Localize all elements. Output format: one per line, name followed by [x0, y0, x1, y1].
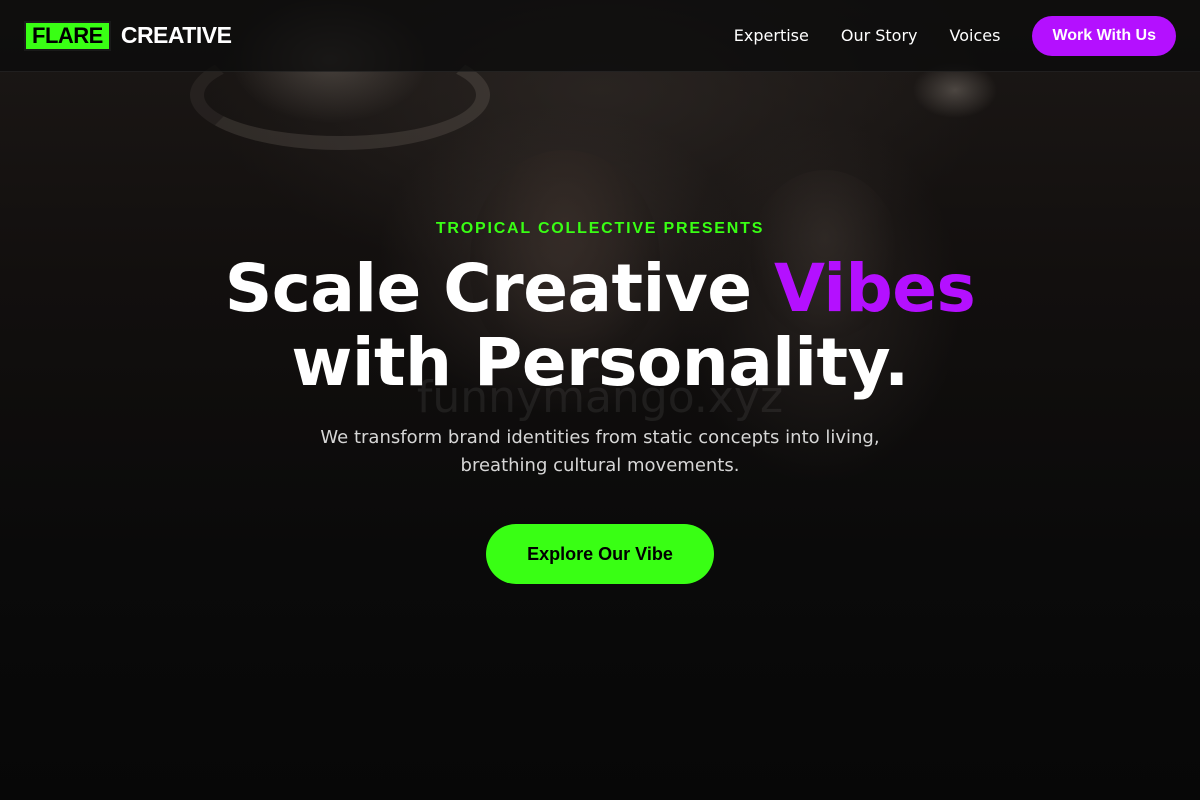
- main-nav: Expertise Our Story Voices Work With Us: [702, 15, 1176, 56]
- nav-link-expertise[interactable]: Expertise: [734, 26, 809, 45]
- hero-section: TROPICAL COLLECTIVE PRESENTS Scale Creat…: [0, 200, 1200, 584]
- hero-eyebrow: TROPICAL COLLECTIVE PRESENTS: [435, 220, 765, 237]
- headline-line2-text: with Personality.: [291, 324, 909, 401]
- hero-subtitle: We transform brand identities from stati…: [320, 427, 880, 476]
- top-navbar: FLARE CREATIVE Expertise Our Story Voice…: [0, 0, 1200, 72]
- brand-logo[interactable]: FLARE CREATIVE: [24, 20, 232, 51]
- nav-link-voices[interactable]: Voices: [950, 26, 1001, 45]
- logo-wordmark: CREATIVE: [120, 22, 232, 48]
- headline-accent-word: Vibes: [773, 250, 976, 327]
- hero-headline: Scale Creative Vibes with Personality.: [225, 252, 976, 400]
- work-with-us-button[interactable]: Work With Us: [1032, 15, 1176, 56]
- explore-our-vibe-button[interactable]: Explore Our Vibe: [486, 524, 714, 584]
- headline-line1-text: Scale Creative: [224, 250, 774, 327]
- logo-mark: FLARE: [24, 20, 111, 51]
- nav-link-our-story[interactable]: Our Story: [841, 26, 918, 45]
